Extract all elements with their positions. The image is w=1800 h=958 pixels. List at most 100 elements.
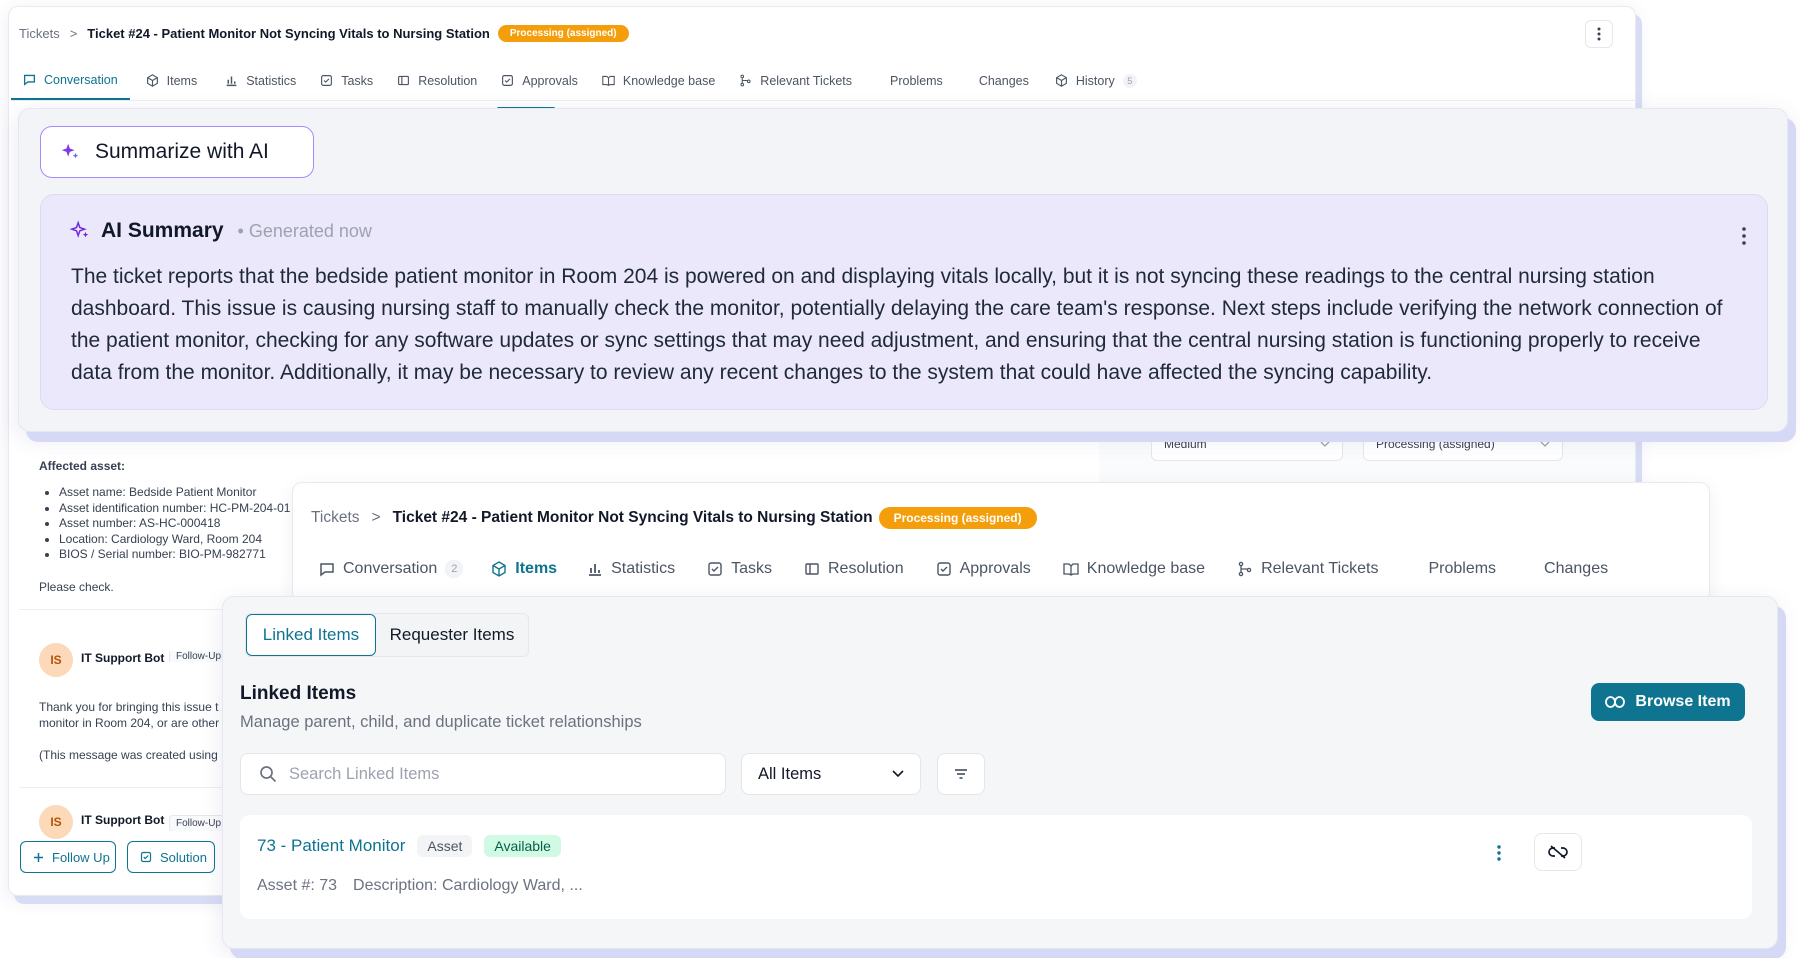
status-select[interactable]: Processing (assigned)	[1363, 427, 1563, 461]
item-type-badge: Asset	[417, 835, 473, 857]
tab-relevant-tickets[interactable]: Relevant Tickets	[1221, 547, 1394, 591]
browse-item-label: Browse Item	[1635, 693, 1731, 710]
tab-resolution[interactable]: Resolution	[788, 547, 920, 591]
tab-label: Knowledge base	[1086, 560, 1206, 577]
cube-icon	[146, 74, 159, 87]
tab-tasks[interactable]: Tasks	[308, 61, 385, 100]
ai-summary-menu-button[interactable]	[1735, 223, 1753, 249]
divider	[19, 609, 229, 610]
breadcrumb-current: Ticket #24 - Patient Monitor Not Syncing…	[392, 509, 873, 526]
ai-summary-header: AI Summary • Generated now	[69, 219, 372, 243]
reply-body: Thank you for bringing this issue t moni…	[39, 699, 231, 731]
follow-up-button[interactable]: Follow Up	[20, 841, 116, 873]
asset-detail: Asset name: Bedside Patient Monitor	[59, 485, 301, 501]
tab-label: Approvals	[959, 560, 1031, 577]
tab-label: Resolution	[828, 560, 904, 577]
segment-requester-items[interactable]: Requester Items	[376, 614, 528, 656]
tab-label: Tasks	[731, 560, 772, 577]
tab-knowledge-base[interactable]: Knowledge base	[1047, 547, 1221, 591]
asset-number: Asset #: 73	[257, 877, 338, 894]
tab-label: Resolution	[418, 73, 478, 88]
chat-icon	[23, 73, 36, 86]
breadcrumb-separator: >	[69, 25, 78, 41]
bar-chart-icon	[587, 561, 603, 577]
tab-knowledge-base[interactable]: Knowledge base	[590, 61, 727, 100]
asset-description: Description: Cardiology Ward, ...	[353, 877, 583, 894]
tab-statistics[interactable]: Statistics	[213, 61, 308, 100]
unlink-button[interactable]	[1534, 833, 1582, 871]
section-heading: Linked Items	[240, 683, 357, 704]
reply-author: IT Support Bot	[81, 813, 165, 827]
section-subheading: Manage parent, child, and duplicate tick…	[240, 713, 642, 731]
reply-line: monitor in Room 204, or are other	[39, 716, 220, 730]
tab-label: Statistics	[246, 73, 297, 88]
kebab-icon	[1597, 27, 1601, 41]
tab-label: Changes	[1544, 560, 1609, 577]
tab-label: Relevant Tickets	[1261, 560, 1379, 577]
tab-conversation[interactable]: Conversation 2	[293, 547, 477, 591]
tab-changes[interactable]: Changes	[1520, 547, 1622, 591]
items-segmented-control: Linked Items Requester Items	[245, 613, 529, 657]
segment-linked-items[interactable]: Linked Items	[246, 614, 376, 656]
linked-item-header: 73 - Patient Monitor Asset Available	[257, 835, 561, 857]
git-branch-icon	[1237, 561, 1253, 577]
priority-select[interactable]: Medium	[1151, 427, 1343, 461]
summarize-label: Summarize with AI	[95, 140, 269, 163]
tab-label: Problems	[890, 73, 943, 88]
tab-problems[interactable]: Problems	[1394, 547, 1520, 591]
more-options-button[interactable]	[1585, 20, 1613, 48]
tab-label: History	[1075, 73, 1115, 88]
tab-label: Conversation	[343, 560, 438, 577]
breadcrumb-root[interactable]: Tickets	[311, 509, 360, 527]
sparkles-icon	[59, 141, 81, 163]
ai-summary-card: AI Summary • Generated now The ticket re…	[40, 194, 1768, 410]
tab-items[interactable]: Items	[477, 547, 571, 591]
tab-statistics[interactable]: Statistics	[571, 547, 691, 591]
linked-item-title[interactable]: 73 - Patient Monitor	[257, 836, 405, 856]
tab-conversation[interactable]: Conversation	[11, 61, 130, 100]
filter-button[interactable]	[937, 753, 985, 795]
linked-item-card: 73 - Patient Monitor Asset Available Ass…	[240, 815, 1752, 919]
book-open-icon	[1063, 561, 1079, 577]
items-filter-select[interactable]: All Items	[741, 753, 921, 795]
breadcrumb: Tickets > Ticket #24 - Patient Monitor N…	[19, 23, 629, 43]
tab-count-badge: 2	[445, 560, 464, 578]
ai-summary-panel: Summarize with AI AI Summary • Generated…	[18, 108, 1788, 432]
search-linked-items-input[interactable]: Search Linked Items	[240, 753, 726, 795]
filter-value: All Items	[758, 764, 822, 783]
divider	[19, 787, 229, 788]
tab-label: Changes	[978, 73, 1029, 88]
asset-detail: BIOS / Serial number: BIO-PM-982771	[59, 547, 301, 563]
tab-label: Relevant Tickets	[760, 73, 853, 88]
tab-label: Problems	[1428, 560, 1497, 577]
tab-history[interactable]: History 5	[1043, 61, 1149, 100]
tab-changes[interactable]: Changes	[961, 61, 1043, 100]
item-menu-button[interactable]	[1491, 841, 1507, 865]
tab-problems[interactable]: Problems	[864, 61, 961, 100]
bar-chart-icon	[225, 74, 238, 87]
git-branch-icon	[739, 74, 752, 87]
tab-approvals[interactable]: Approvals	[920, 547, 1047, 591]
tab-label: Items	[515, 560, 558, 577]
tab-tasks[interactable]: Tasks	[691, 547, 788, 591]
ai-summary-text: The ticket reports that the bedside pati…	[71, 265, 1723, 384]
reply-note: (This message was created using	[39, 748, 218, 762]
breadcrumb-root[interactable]: Tickets	[19, 26, 60, 41]
checkbox-icon	[707, 561, 723, 577]
search-placeholder: Search Linked Items	[289, 764, 440, 783]
tab-relevant-tickets[interactable]: Relevant Tickets	[727, 61, 864, 100]
reply-tag-label: Follow-Up	[169, 651, 229, 662]
tab-resolution[interactable]: Resolution	[385, 61, 489, 100]
tab-label: Approvals	[522, 73, 578, 88]
affected-asset-list: Asset name: Bedside Patient Monitor Asse…	[39, 485, 301, 563]
reply-line: Thank you for bringing this issue t	[39, 700, 219, 714]
summarize-with-ai-button[interactable]: Summarize with AI	[40, 126, 314, 178]
tab-items[interactable]: Items	[130, 61, 214, 100]
tab-label: Items	[166, 73, 198, 88]
solution-button[interactable]: Solution	[127, 841, 215, 873]
tab-approvals[interactable]: Approvals	[489, 61, 590, 100]
item-status-badge: Available	[484, 835, 561, 857]
status-value: Processing (assigned)	[1376, 437, 1495, 451]
message-closing: Please check.	[39, 580, 114, 594]
browse-item-button[interactable]: Browse Item	[1591, 683, 1745, 721]
